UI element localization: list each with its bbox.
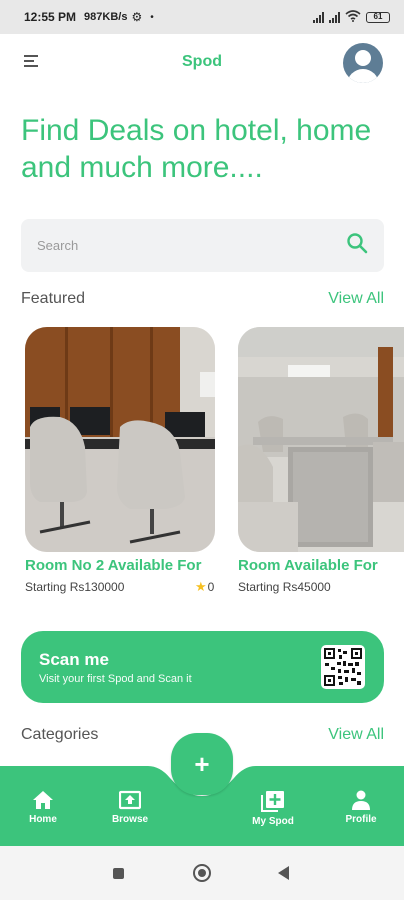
nav-browse[interactable]: Browse — [95, 790, 165, 825]
nav-profile[interactable]: Profile — [326, 790, 396, 825]
search-bar[interactable] — [21, 219, 384, 272]
person-icon — [352, 790, 370, 810]
featured-card-1-image[interactable] — [25, 327, 215, 552]
plus-icon: + — [194, 748, 210, 779]
featured-card-1-rating-value: 0 — [207, 580, 215, 594]
settings-icon: ⚙ — [131, 10, 143, 24]
browse-icon — [119, 790, 141, 810]
status-time: 12:55 PM — [24, 10, 77, 24]
nav-profile-label: Profile — [345, 814, 377, 825]
search-icon[interactable] — [346, 232, 368, 259]
add-fab-button[interactable]: + — [171, 733, 233, 795]
battery-icon: 61 — [366, 11, 390, 23]
nav-my-spod-label: My Spod — [252, 816, 294, 827]
page-headline: Find Deals on hotel, home and much more.… — [21, 114, 372, 184]
featured-card-1-title[interactable]: Room No 2 Available For — [25, 557, 215, 574]
categories-heading: Categories — [21, 726, 99, 743]
signal-icon — [329, 11, 340, 23]
featured-card-2-price: Starting Rs45000 — [238, 580, 331, 594]
featured-card-2-image[interactable] — [238, 327, 404, 552]
status-network-speed: 987KB/s — [84, 11, 128, 23]
nav-home-label: Home — [29, 814, 57, 825]
scan-me-subtitle: Visit your first Spod and Scan it — [39, 673, 192, 685]
nav-my-spod[interactable]: My Spod — [238, 790, 308, 827]
user-avatar-icon[interactable] — [343, 43, 383, 83]
search-input[interactable] — [37, 238, 346, 253]
nav-browse-label: Browse — [111, 814, 149, 825]
wifi-icon — [345, 9, 361, 25]
featured-view-all-link[interactable]: View All — [328, 290, 384, 308]
add-square-icon — [261, 791, 284, 812]
home-button-icon[interactable] — [193, 864, 211, 882]
scan-me-banner[interactable]: Scan me Visit your first Spod and Scan i… — [21, 631, 384, 703]
featured-card-1-price: Starting Rs130000 — [25, 580, 125, 594]
qr-code-icon[interactable] — [321, 645, 365, 689]
featured-heading: Featured — [21, 290, 86, 307]
featured-card-1-rating: ★ 0 — [195, 579, 214, 595]
status-bar: 12:55 PM 987KB/s ⚙ • 61 — [0, 0, 404, 34]
recent-apps-icon[interactable] — [113, 868, 124, 879]
star-icon: ★ — [195, 579, 207, 594]
featured-card-2-title[interactable]: Room Available For — [238, 557, 404, 574]
home-icon — [33, 791, 53, 809]
notification-dot-icon: • — [150, 11, 154, 23]
categories-view-all-link[interactable]: View All — [328, 726, 384, 744]
scan-me-title: Scan me — [39, 650, 109, 669]
signal-icon — [313, 11, 324, 23]
back-icon[interactable] — [278, 866, 289, 880]
nav-home[interactable]: Home — [8, 790, 78, 825]
